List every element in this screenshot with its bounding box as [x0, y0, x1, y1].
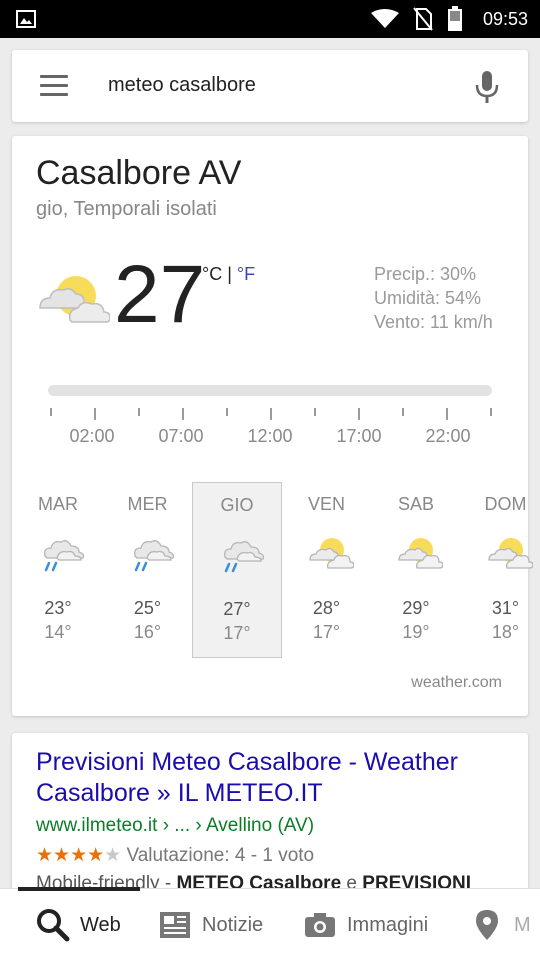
- partly-cloudy-icon: [308, 536, 355, 572]
- bottom-navigation: Web Notizie Immagini M: [0, 887, 540, 960]
- timeline-label: 22:00: [425, 426, 471, 446]
- timeline-tick: [446, 408, 448, 420]
- rating-text: Valutazione: 4 - 1 voto: [126, 845, 315, 866]
- day-name: DOM: [484, 494, 527, 514]
- day-low: 16°: [133, 622, 162, 642]
- timeline-tick: [94, 408, 96, 420]
- day-high: 25°: [133, 598, 162, 618]
- tab-news[interactable]: Notizie: [158, 889, 263, 960]
- forecast-day-ven[interactable]: VEN 28° 17°: [282, 482, 372, 658]
- image-notification-icon: [16, 10, 36, 28]
- day-name: MER: [127, 494, 168, 514]
- day-name: SAB: [397, 494, 435, 514]
- day-high: 23°: [44, 598, 72, 618]
- timeline-tick: [358, 408, 360, 420]
- timeline-tick: [50, 408, 52, 416]
- tab-label: Notizie: [202, 913, 264, 936]
- rating-stars: ★★★★★: [36, 845, 121, 866]
- timeline-label: 02:00: [69, 426, 115, 446]
- timeline-label: 17:00: [336, 426, 382, 446]
- weather-condition: gio, Temporali isolati: [36, 198, 217, 220]
- day-high: 27°: [223, 599, 251, 619]
- battery-icon: [447, 6, 462, 31]
- weather-location: Casalbore AV: [36, 154, 242, 192]
- tab-label: Immagini: [347, 913, 429, 936]
- day-high: 29°: [402, 598, 430, 618]
- weather-details: Precip.: 30% Umidità: 54% Vento: 11 km/h: [374, 262, 493, 334]
- hourly-slider[interactable]: [48, 385, 492, 396]
- search-input[interactable]: meteo casalbore: [108, 74, 256, 97]
- microphone-icon[interactable]: [474, 70, 500, 104]
- map-pin-icon: [476, 910, 498, 940]
- timeline-tick: [314, 408, 316, 416]
- unit-fahrenheit[interactable]: °F: [237, 264, 255, 284]
- timeline-label: 12:00: [247, 426, 293, 446]
- partly-cloudy-icon: [397, 536, 444, 572]
- day-low: 17°: [312, 622, 341, 642]
- day-low: 17°: [223, 623, 251, 643]
- star-filled-icons: ★★★★: [36, 845, 105, 866]
- timeline-tick: [138, 408, 140, 416]
- result-title-link[interactable]: Previsioni Meteo Casalbore - Weather Cas…: [36, 747, 506, 809]
- day-low: 18°: [491, 622, 520, 642]
- forecast-day-mar[interactable]: MAR 23° 14°: [13, 482, 103, 658]
- day-name: GIO: [220, 495, 254, 515]
- timeline-tick: [490, 408, 492, 416]
- forecast-day-gio[interactable]: GIO 27° 17°: [192, 482, 282, 658]
- unit-toggle: °C | °F: [202, 264, 255, 285]
- status-bar: 09:53: [0, 0, 540, 38]
- precipitation: Precip.: 30%: [374, 264, 477, 284]
- wifi-icon: [370, 9, 399, 28]
- tab-images[interactable]: Immagini: [303, 889, 428, 960]
- unit-celsius[interactable]: °C: [202, 264, 222, 284]
- weather-card: Casalbore AV gio, Temporali isolati 27 °…: [12, 136, 534, 716]
- tab-maps[interactable]: M: [470, 889, 531, 960]
- partly-cloudy-icon: [39, 276, 110, 323]
- timeline-tick: [226, 408, 228, 416]
- result-url[interactable]: www.ilmeteo.it › ... › Avellino (AV): [36, 815, 314, 837]
- tab-label: Web: [80, 913, 121, 936]
- timeline-tick: [270, 408, 272, 420]
- wind: Vento: 11 km/h: [374, 312, 493, 332]
- humidity: Umidità: 54%: [374, 288, 482, 308]
- search-icon: [37, 909, 70, 942]
- rain-cloud-icon: [219, 537, 265, 573]
- search-result: Previsioni Meteo Casalbore - Weather Cas…: [12, 733, 528, 903]
- day-low: 14°: [44, 622, 72, 642]
- unit-separator: |: [222, 264, 237, 284]
- timeline-tick: [402, 408, 404, 416]
- timeline-tick: [182, 408, 184, 420]
- tab-web[interactable]: Web: [36, 889, 121, 960]
- forecast-day-dom[interactable]: DOM 31° 18°: [461, 482, 540, 658]
- forecast-day-mer[interactable]: MER 25° 16°: [103, 482, 193, 658]
- tab-label: M: [514, 913, 531, 936]
- no-sim-icon: [413, 7, 433, 31]
- camera-icon: [305, 913, 335, 937]
- day-high: 28°: [312, 598, 341, 618]
- timeline-label: 07:00: [158, 426, 204, 446]
- result-rating: ★★★★★ Valutazione: 4 - 1 voto: [36, 844, 314, 867]
- weather-source[interactable]: weather.com: [411, 674, 502, 692]
- clock: 09:53: [482, 8, 528, 29]
- forecast-day-sab[interactable]: SAB 29° 19°: [371, 482, 461, 658]
- partly-cloudy-icon: [487, 536, 534, 572]
- day-name: VEN: [307, 494, 345, 514]
- star-empty-icon: ★: [104, 845, 122, 866]
- menu-icon[interactable]: [40, 75, 68, 97]
- day-high: 31°: [491, 598, 520, 618]
- day-name: MAR: [38, 494, 78, 514]
- daily-forecast: MAR 23° 14° MER 25° 16° GIO 27° 17° VEN 28° 17° SAB 2…: [12, 482, 534, 658]
- rain-cloud-icon: [39, 536, 85, 572]
- search-bar[interactable]: meteo casalbore: [12, 50, 528, 122]
- day-low: 19°: [402, 622, 430, 642]
- current-temperature: 27: [114, 249, 206, 340]
- rain-cloud-icon: [129, 536, 175, 572]
- newspaper-icon: [160, 912, 190, 938]
